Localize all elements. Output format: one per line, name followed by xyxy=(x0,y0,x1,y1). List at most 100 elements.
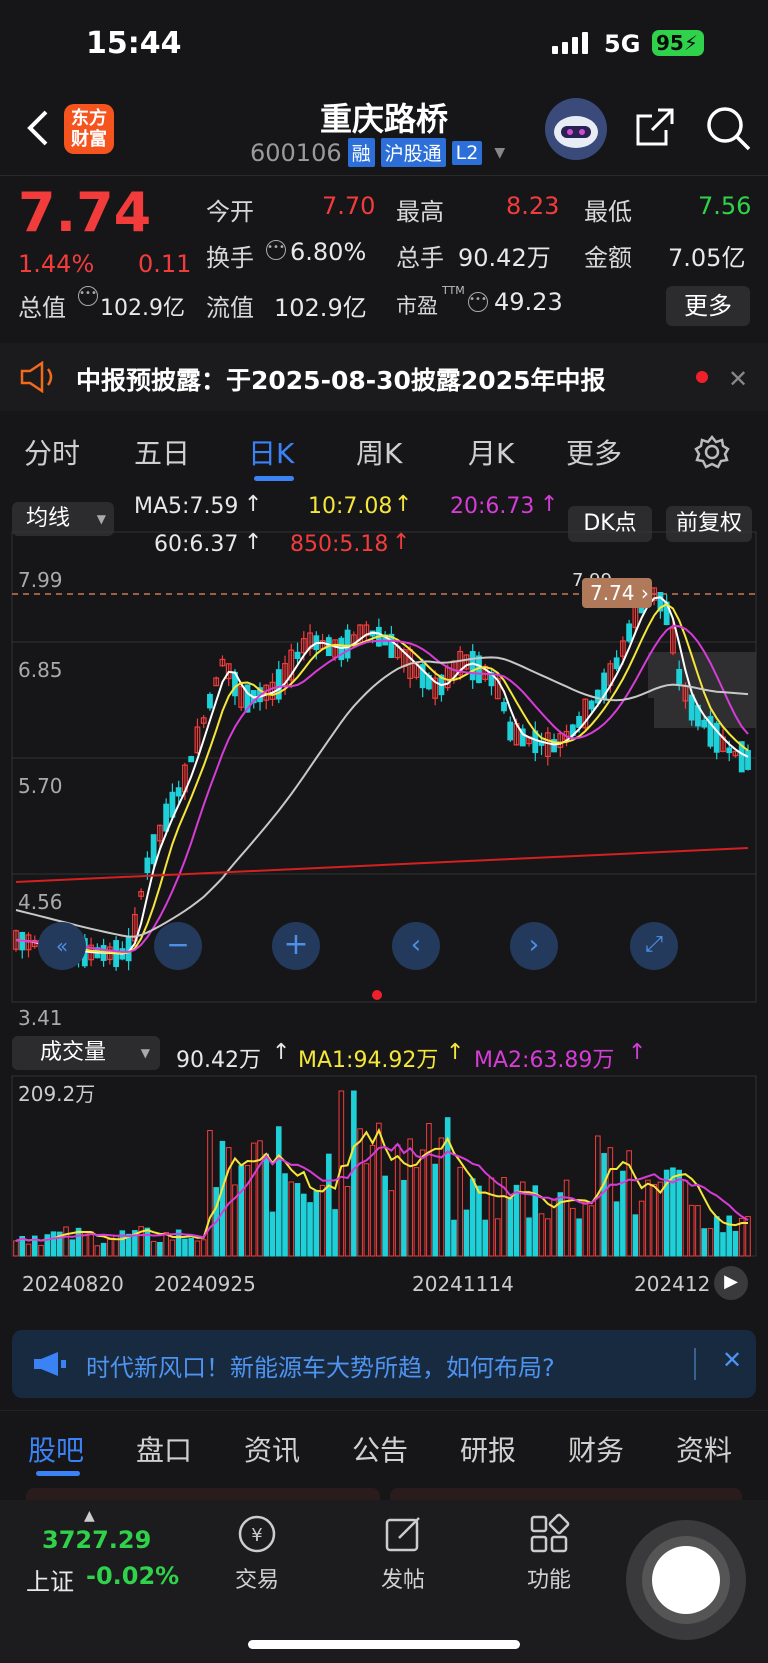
robot-assistant-icon[interactable] xyxy=(545,98,607,160)
share-icon[interactable] xyxy=(632,104,678,150)
volume-bar xyxy=(88,1231,94,1257)
kline-chart[interactable] xyxy=(0,490,768,1310)
candle xyxy=(745,750,751,770)
stock-subline[interactable]: 600106 融 沪股通 L2 ▼ xyxy=(250,138,505,167)
volume-bar xyxy=(613,1201,620,1257)
nav-post[interactable]: 发帖 xyxy=(372,1512,434,1594)
candle xyxy=(576,715,582,728)
volume-bar xyxy=(94,1245,101,1257)
volume-bar xyxy=(44,1234,51,1257)
info-icon[interactable]: ••• xyxy=(468,292,488,312)
candle xyxy=(175,787,182,797)
volume-bar xyxy=(544,1218,551,1257)
candle xyxy=(613,657,620,670)
x-tick-label: 20240925 xyxy=(154,1272,256,1296)
value-volume: 90.42万 xyxy=(458,244,551,272)
info-icon[interactable]: ••• xyxy=(78,286,98,306)
value-turnover: 6.80% xyxy=(290,238,367,266)
scroll-right-icon[interactable]: › xyxy=(510,922,558,970)
trade-icon: ¥ xyxy=(238,1515,276,1553)
volume-bar xyxy=(707,1228,714,1257)
promo-banner[interactable]: 时代新风口！新能源车大势所趋，如何布局? ✕ xyxy=(12,1330,756,1398)
volume-bar xyxy=(163,1232,169,1257)
tab-news[interactable]: 资讯 xyxy=(244,1429,300,1469)
volume-bar xyxy=(144,1227,151,1257)
edit-icon xyxy=(385,1517,420,1552)
zoom-out-icon[interactable]: − xyxy=(154,922,202,970)
y-tick-label: 4.56 xyxy=(18,890,63,914)
tab-intraday[interactable]: 分时 xyxy=(24,432,80,472)
volume-bar xyxy=(182,1238,188,1257)
index-change: -0.02% xyxy=(86,1562,180,1590)
vol-ma2-line xyxy=(15,1142,749,1242)
tab-daily-k[interactable]: 日K xyxy=(248,432,294,472)
more-quote-button[interactable]: 更多 xyxy=(666,286,750,326)
svg-text:¥: ¥ xyxy=(251,1525,262,1546)
candle xyxy=(507,721,514,741)
volume-bar xyxy=(69,1239,76,1257)
label-mktcap: 总值 xyxy=(18,294,66,322)
bottom-nav: ▲ 3727.29 上证 -0.02% ¥ 交易 发帖 功能 xyxy=(0,1500,768,1663)
search-icon[interactable] xyxy=(704,104,752,152)
tab-weekly-k[interactable]: 周K xyxy=(356,432,402,472)
value-mktcap: 102.9亿 xyxy=(100,296,185,321)
volume-bar xyxy=(288,1181,295,1257)
label-amount: 金额 xyxy=(584,244,632,272)
volume-select[interactable]: 成交量 ▼ xyxy=(12,1036,160,1070)
nav-trade-label: 交易 xyxy=(234,1568,279,1593)
vol-max-label: 209.2万 xyxy=(18,1082,96,1106)
volume-bar xyxy=(307,1202,313,1257)
volume-bar xyxy=(294,1183,301,1257)
tab-5day[interactable]: 五日 xyxy=(134,432,190,472)
volume-bar xyxy=(313,1190,320,1257)
tab-profile[interactable]: 资料 xyxy=(676,1429,732,1469)
info-icon[interactable]: ••• xyxy=(266,240,286,260)
vol-ma2-legend: MA2:63.89万 xyxy=(474,1048,615,1073)
candle xyxy=(150,834,157,865)
index-widget[interactable]: ▲ 3727.29 上证 -0.02% xyxy=(0,1500,200,1610)
tab-research[interactable]: 研报 xyxy=(460,1429,516,1469)
label-turnover: 换手 xyxy=(206,244,254,272)
tab-monthly-k[interactable]: 月K xyxy=(468,432,514,472)
volume-bar xyxy=(107,1238,113,1257)
price-tag[interactable]: 7.74 › xyxy=(582,578,652,608)
settings-icon[interactable] xyxy=(694,434,730,474)
nav-trade[interactable]: ¥ 交易 xyxy=(226,1512,288,1594)
volume-bar xyxy=(570,1207,576,1257)
volume-bar xyxy=(576,1218,582,1257)
volume-bar xyxy=(676,1169,682,1257)
candle xyxy=(676,668,683,685)
volume-bar xyxy=(319,1184,326,1257)
candle xyxy=(144,857,151,874)
close-icon[interactable]: ✕ xyxy=(722,1346,742,1374)
notice-bar[interactable]: 中报预披露：于2025-08-30披露2025年中报 ✕ xyxy=(0,343,768,411)
volume-select-label: 成交量 xyxy=(40,1040,107,1065)
volume-bar xyxy=(457,1166,464,1257)
tab-more[interactable]: 更多 xyxy=(566,432,622,472)
volume-bar xyxy=(732,1230,739,1257)
content-peek xyxy=(26,1488,380,1500)
volume-bar xyxy=(632,1214,639,1257)
volume-bar xyxy=(369,1144,376,1257)
zoom-in-icon[interactable]: + xyxy=(272,922,320,970)
value-open: 7.70 xyxy=(322,192,376,220)
candle xyxy=(588,700,595,710)
scroll-end-icon[interactable]: ▶ xyxy=(714,1266,748,1300)
assistive-touch-button[interactable] xyxy=(626,1520,746,1640)
candle xyxy=(207,693,213,709)
fullscreen-icon[interactable]: ⤢ xyxy=(630,922,678,970)
candle xyxy=(688,694,695,721)
tab-orderbook[interactable]: 盘口 xyxy=(136,1429,192,1469)
volume-bar xyxy=(563,1179,570,1257)
volume-bar xyxy=(25,1243,32,1257)
scroll-left-icon[interactable]: ‹ xyxy=(392,922,440,970)
kline-chart-area[interactable]: 均线 ▼ MA5:7.59 ↑ 10:7.08 ↑ 20:6.73 ↑ 60:6.… xyxy=(0,490,768,1310)
nav-prev-page-icon[interactable]: « xyxy=(38,922,86,970)
nav-functions[interactable]: 功能 xyxy=(518,1512,580,1594)
tab-forum[interactable]: 股吧 xyxy=(28,1429,84,1469)
chart-page-dot xyxy=(372,990,382,1000)
volume-bar xyxy=(357,1128,363,1257)
tab-announcements[interactable]: 公告 xyxy=(352,1429,408,1469)
tab-financials[interactable]: 财务 xyxy=(568,1429,624,1469)
close-icon[interactable]: ✕ xyxy=(728,365,748,393)
